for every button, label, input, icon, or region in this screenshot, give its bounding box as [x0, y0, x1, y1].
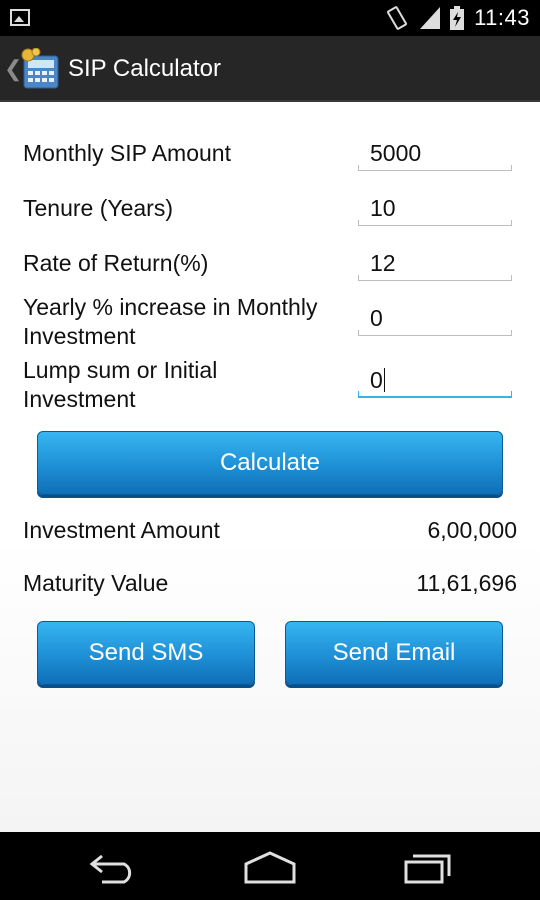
- home-icon[interactable]: [243, 850, 297, 884]
- image-notification-icon: [10, 9, 30, 26]
- battery-icon: [450, 6, 465, 30]
- navigation-bar: [0, 832, 540, 900]
- input-underline: [358, 275, 512, 281]
- action-bar: ❮ SIP Calculator: [0, 36, 540, 102]
- yearly-increase-label-line1: Yearly % increase in Monthly: [23, 294, 318, 320]
- rate-of-return-label: Rate of Return(%): [23, 250, 209, 276]
- input-underline-focused: [358, 391, 512, 398]
- input-underline: [358, 165, 512, 171]
- investment-amount-label: Investment Amount: [23, 517, 220, 543]
- maturity-value-label: Maturity Value: [23, 570, 169, 596]
- monthly-sip-input[interactable]: 5000: [358, 139, 512, 171]
- calculator-app-icon[interactable]: [18, 48, 60, 90]
- monthly-sip-value: 5000: [370, 140, 422, 166]
- text-cursor: [384, 368, 385, 392]
- yearly-increase-value: 0: [370, 305, 383, 331]
- yearly-increase-label-line2: Investment: [23, 323, 136, 349]
- investment-amount-value: 6,00,000: [427, 517, 517, 543]
- tenure-label: Tenure (Years): [23, 195, 174, 221]
- lump-sum-label-line1: Lump sum or Initial: [23, 357, 218, 383]
- rate-of-return-value: 12: [370, 250, 396, 276]
- maturity-value-value: 11,61,696: [416, 570, 517, 596]
- lump-sum-label: Lump sum or Initial Investment: [23, 356, 217, 414]
- calculate-button[interactable]: Calculate: [37, 431, 503, 495]
- tenure-input[interactable]: 10: [358, 194, 512, 226]
- lump-sum-label-line2: Investment: [23, 386, 136, 412]
- yearly-increase-input[interactable]: 0: [358, 304, 512, 336]
- signal-icon: [420, 7, 441, 29]
- rate-of-return-input[interactable]: 12: [358, 249, 512, 281]
- lump-sum-input[interactable]: 0: [358, 366, 512, 398]
- monthly-sip-label: Monthly SIP Amount: [23, 140, 231, 166]
- input-underline: [358, 330, 512, 336]
- status-bar: 11:43: [0, 0, 540, 36]
- send-sms-button[interactable]: Send SMS: [37, 621, 255, 685]
- lump-sum-value: 0: [370, 367, 383, 393]
- page-title: SIP Calculator: [68, 55, 221, 82]
- yearly-increase-label: Yearly % increase in Monthly Investment: [23, 293, 317, 351]
- calculator-form: Monthly SIP Amount 5000 Tenure (Years) 1…: [0, 102, 540, 832]
- tenure-value: 10: [370, 195, 396, 221]
- back-icon[interactable]: [88, 850, 138, 884]
- send-email-button[interactable]: Send Email: [285, 621, 503, 685]
- status-clock: 11:43: [474, 5, 530, 30]
- input-underline: [358, 220, 512, 226]
- vibrate-icon: [387, 6, 408, 30]
- recents-icon[interactable]: [403, 850, 453, 884]
